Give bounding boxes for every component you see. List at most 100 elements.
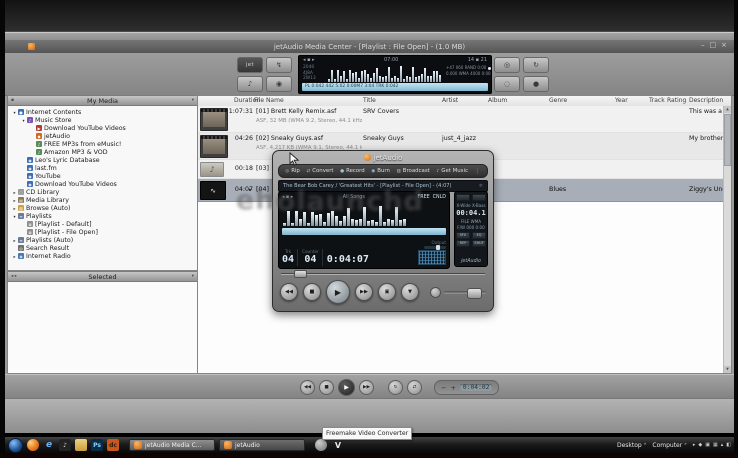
- tree-expander-icon[interactable]: ▾: [20, 118, 27, 123]
- close-button[interactable]: ×: [721, 41, 727, 49]
- media-app-icon[interactable]: ♪: [59, 439, 71, 451]
- sidebar-item-playlist-file-open[interactable]: ≣[Playlist - File Open]: [8, 228, 197, 236]
- tray-expand-icon[interactable]: ▸: [693, 442, 696, 448]
- column-header-artist[interactable]: Artist: [442, 97, 458, 104]
- deck-progress-bar[interactable]: PL 0:042 442 5:02 0:00M7 3:04 TRK 0:042: [302, 83, 488, 91]
- sfx-button[interactable]: SFX: [456, 232, 470, 239]
- toolbar-more-icon[interactable]: ⋮: [475, 168, 481, 175]
- eject-button[interactable]: ▼: [401, 283, 419, 301]
- sidebar-item-last-fm[interactable]: ◉last.fm: [8, 164, 197, 172]
- network-icon[interactable]: ▦: [713, 442, 718, 448]
- photoshop-icon[interactable]: Ps: [91, 439, 103, 451]
- column-header-year[interactable]: Year: [615, 97, 628, 104]
- my-media-header[interactable]: ▪ My Media ▾: [7, 95, 198, 106]
- sidebar-item-cd-library[interactable]: ▸◌CD Library: [8, 188, 197, 196]
- record-button[interactable]: ●Record: [340, 168, 364, 174]
- deck-eject-button[interactable]: ◉: [266, 76, 292, 92]
- deck-open-button[interactable]: ◎: [494, 57, 520, 73]
- sidebar-item-music-store[interactable]: ▾♪Music Store: [8, 116, 197, 124]
- column-header-file-name[interactable]: File Name: [254, 97, 284, 104]
- repeat-button[interactable]: REP: [456, 240, 470, 247]
- tree-expander-icon[interactable]: ▾: [11, 110, 18, 115]
- list-scrollbar[interactable]: ▲ ▼: [723, 106, 731, 373]
- sidebar-item-youtube[interactable]: ◉YouTube: [8, 172, 197, 180]
- start-button[interactable]: [8, 438, 23, 453]
- next-button[interactable]: ▶▶: [359, 380, 374, 395]
- window-titlebar[interactable]: jetAudio Media Center - [Playlist : File…: [5, 40, 734, 53]
- taskbar-button-jetaudio-media-c-[interactable]: jetAudio Media C...: [129, 439, 215, 451]
- sidebar-item-jetaudio[interactable]: ◆jetAudio: [8, 132, 197, 140]
- folder-icon[interactable]: [75, 439, 87, 451]
- security-icon[interactable]: ▣: [705, 442, 710, 448]
- sidebar-item-internet-radio[interactable]: ▸◈Internet Radio: [8, 252, 197, 260]
- taskbar-button-jetaudio[interactable]: jetAudio: [219, 439, 305, 451]
- column-header-title[interactable]: Title: [363, 97, 376, 104]
- column-header-description[interactable]: Description: [689, 97, 723, 104]
- volume-icon[interactable]: ◧: [726, 442, 731, 448]
- table-row[interactable]: 1:07:31[01] Brett Kelly Remix.asfASF, 32…: [198, 106, 731, 133]
- eq-button[interactable]: EQ: [472, 232, 486, 239]
- sidebar-item-search-result[interactable]: ◎Search Result: [8, 244, 197, 252]
- deck-audio-button[interactable]: ♪: [237, 76, 263, 92]
- play-button[interactable]: ▶: [326, 280, 350, 304]
- selected-header[interactable]: ◂ ▸ Selected ▾: [7, 271, 198, 282]
- sidebar-item-download-youtube-videos[interactable]: ◉Download YouTube Videos: [8, 180, 197, 188]
- sidebar-item-browse-auto[interactable]: ▸▧Browse (Auto): [8, 204, 197, 212]
- column-header-rating[interactable]: Rating: [667, 97, 686, 104]
- play-button[interactable]: ▶: [338, 379, 355, 396]
- volume-knob[interactable]: [467, 288, 482, 299]
- volume-up-button[interactable]: +: [450, 384, 455, 392]
- volume-slider[interactable]: [430, 287, 486, 298]
- volume-down-button[interactable]: −: [441, 384, 446, 392]
- song-bar-control-icon[interactable]: ≑: [479, 183, 483, 189]
- next-button[interactable]: ▶▶: [355, 283, 373, 301]
- stop-button[interactable]: ■: [319, 380, 334, 395]
- player-titlebar[interactable]: jetAudio: [273, 151, 493, 164]
- ie-icon[interactable]: e: [43, 439, 55, 451]
- sidebar-item-leo-s-lyric-database[interactable]: ◉Leo's Lyric Database: [8, 156, 197, 164]
- tree-expander-icon[interactable]: ▸: [11, 198, 18, 203]
- deck-logo-button[interactable]: jet: [237, 57, 263, 73]
- sidebar-item-amazon-mp3-vod[interactable]: ♪Amazon MP3 & VOD: [8, 148, 197, 156]
- output-slider[interactable]: [424, 246, 446, 249]
- clock-app-icon[interactable]: [315, 439, 327, 451]
- tree-expander-icon[interactable]: ▸: [11, 190, 18, 195]
- tree-expander-icon[interactable]: ▾: [11, 214, 18, 219]
- convert-button[interactable]: ⇄Convert: [307, 168, 334, 174]
- minimize-button[interactable]: –: [701, 41, 705, 49]
- deck-effects-button[interactable]: ↯: [266, 57, 292, 73]
- deck-power-button[interactable]: ●: [523, 76, 549, 92]
- jetaudio-player-window[interactable]: jetAudio ◎Rip⇄Convert●Record◉Burn▥Broadc…: [272, 150, 494, 312]
- sidebar-item-internet-contents[interactable]: ▾●Internet Contents: [8, 108, 197, 116]
- prev-button[interactable]: ◀◀: [280, 283, 298, 301]
- sidebar-item-media-library[interactable]: ▸▤Media Library: [8, 196, 197, 204]
- burn-button[interactable]: ◉Burn: [371, 168, 390, 174]
- scroll-up-icon[interactable]: ▲: [724, 106, 731, 113]
- tree-expander-icon[interactable]: ▸: [11, 238, 18, 243]
- tree-expander-icon[interactable]: ▸: [11, 254, 18, 259]
- volume-groove[interactable]: [444, 291, 486, 294]
- player-progress-bar[interactable]: [282, 228, 446, 235]
- xwide-label[interactable]: X-Wide X-Bass: [457, 203, 486, 208]
- seek-knob[interactable]: [294, 270, 307, 278]
- v-app-icon[interactable]: V: [332, 439, 344, 451]
- repeat-button[interactable]: ↻: [388, 380, 403, 395]
- panel-header-left-icon[interactable]: ▪: [11, 98, 14, 103]
- column-header-genre[interactable]: Genre: [549, 97, 567, 104]
- panel-header-left-icon[interactable]: ◂ ▸: [11, 274, 17, 279]
- shuffle-button[interactable]: SHUF: [472, 240, 486, 247]
- sidebar-item-playlist-default[interactable]: ≣[Playlist - Default]: [8, 220, 197, 228]
- prev-button[interactable]: ◀◀: [300, 380, 315, 395]
- sidebar-item-download-youtube-videos[interactable]: ▶Download YouTube Videos: [8, 124, 197, 132]
- scrollbar-thumb[interactable]: [724, 114, 731, 166]
- stop-button[interactable]: ■: [303, 283, 321, 301]
- column-header-album[interactable]: Album: [488, 97, 507, 104]
- side-button[interactable]: [456, 194, 470, 201]
- deck-refresh-button[interactable]: ↻: [523, 57, 549, 73]
- broadcast-button[interactable]: ▥Broadcast: [397, 168, 430, 174]
- chevron-down-icon[interactable]: ▾: [192, 274, 194, 279]
- flag-icon[interactable]: ◆: [698, 442, 702, 448]
- sidebar-item-playlists-auto[interactable]: ▸≡Playlists (Auto): [8, 236, 197, 244]
- get-music-button[interactable]: ♪Get Music: [436, 168, 467, 174]
- deck-search-button[interactable]: ◌: [494, 76, 520, 92]
